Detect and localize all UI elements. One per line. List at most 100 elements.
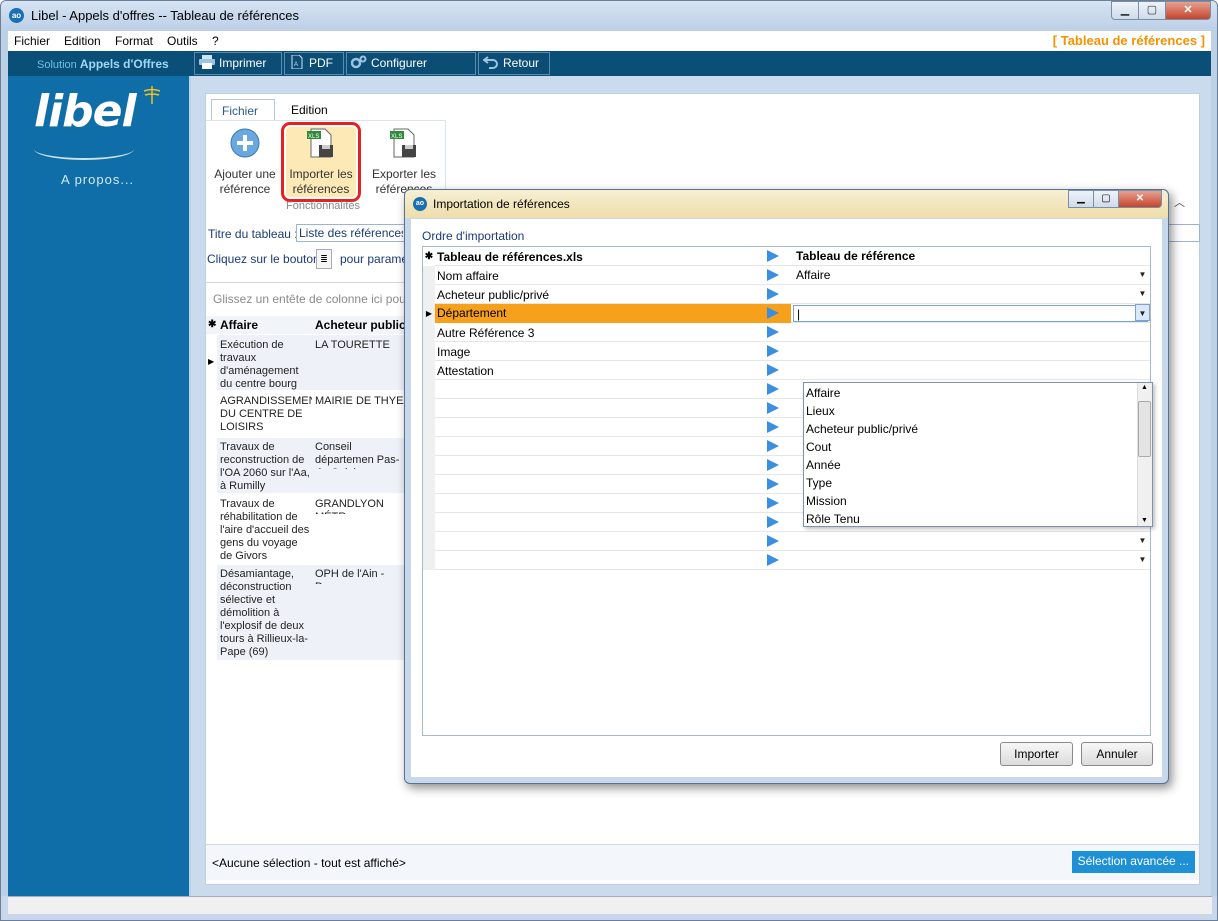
arrow-icon	[767, 307, 779, 319]
source-field: Image	[437, 345, 471, 359]
cell-acheteur: GRANDLYON MÉTR	[315, 498, 384, 514]
selection-status: <Aucune sélection - tout est affiché>	[212, 856, 406, 870]
dragonfly-icon	[143, 86, 161, 104]
arrow-icon	[767, 402, 779, 414]
filter-input[interactable]	[1166, 224, 1200, 242]
cell-affaire: Travaux de reconstruction de l'OA 2060 s…	[220, 441, 310, 492]
minimize-button[interactable]: ▁	[1111, 1, 1139, 20]
dropdown-arrow-icon[interactable]: ▼	[1135, 285, 1150, 302]
mapping-row[interactable]: Attestation	[423, 361, 1150, 380]
menu-help[interactable]: ?	[212, 34, 219, 48]
section-label: Ordre d'importation	[422, 229, 525, 243]
source-field: Département	[435, 304, 765, 323]
close-button[interactable]: ✕	[1165, 1, 1211, 20]
configure-columns-button[interactable]: Configurer colonnes	[346, 52, 476, 91]
pdf-button[interactable]: A PDF	[284, 52, 344, 75]
cell-affaire: AGRANDISSEMENT DU CENTRE DE LOISIRS	[220, 395, 312, 433]
dropdown-option[interactable]: Acheteur public/privé	[806, 422, 918, 436]
source-field: Nom affaire	[437, 269, 499, 283]
header-affaire[interactable]: Affaire	[218, 316, 313, 334]
advanced-selection-button[interactable]: Sélection avancée ...	[1071, 851, 1195, 873]
mapping-header: ✱ Tableau de références.xls Tableau de r…	[423, 247, 1150, 266]
target-select[interactable]	[793, 286, 1148, 303]
arrow-icon	[767, 459, 779, 471]
dropdown-option[interactable]: Lieux	[806, 404, 835, 418]
dropdown-option[interactable]: Cout	[806, 440, 831, 454]
collapse-ribbon-icon[interactable]: ︿	[1174, 194, 1185, 210]
cancel-button[interactable]: Annuler	[1081, 742, 1153, 766]
header-source: Tableau de références.xls	[437, 250, 583, 264]
import-references-button[interactable]: XLS Importer les références	[281, 122, 361, 202]
arrow-icon	[767, 250, 779, 262]
cell-affaire: Désamiantage, déconstruction sélective e…	[220, 568, 309, 658]
current-row-arrow-icon: ▶	[208, 357, 215, 366]
export-references-button[interactable]: XLS Exporter les références	[369, 127, 439, 197]
mapping-row[interactable]: Nom affaire Affaire ▼	[423, 266, 1150, 285]
menu-fichier[interactable]: Fichier	[14, 34, 50, 48]
tab-edition[interactable]: Edition	[281, 99, 341, 121]
source-field: Attestation	[437, 364, 494, 378]
add-reference-button[interactable]: Ajouter une référence	[210, 127, 280, 197]
maximize-button[interactable]: ▢	[1138, 1, 1166, 20]
arrow-icon	[767, 364, 779, 376]
dialog-body: Ordre d'importation ✱ Tableau de référen…	[411, 219, 1162, 777]
mapping-row-selected[interactable]: ▶ Département | ▼	[423, 304, 1150, 323]
cell-acheteur: MAIRIE DE THYEZ	[315, 395, 411, 407]
dialog-maximize-button[interactable]: ▢	[1093, 190, 1119, 208]
dropdown-option[interactable]: Type	[806, 476, 832, 490]
mapping-row[interactable]: Acheteur public/privé ▼	[423, 285, 1150, 304]
dropdown-option[interactable]: Affaire	[806, 386, 840, 400]
scroll-thumb[interactable]	[1138, 401, 1151, 457]
printer-icon	[199, 55, 215, 69]
mapping-row-empty[interactable]: ▼	[423, 551, 1150, 570]
arrow-icon	[767, 326, 779, 338]
click-hint-rest: pour paramét	[340, 252, 412, 266]
scroll-up-icon[interactable]: ▲	[1141, 384, 1148, 391]
menu-format[interactable]: Format	[115, 34, 153, 48]
dropdown-arrow-icon[interactable]: ▼	[1135, 551, 1150, 568]
svg-text:XLS: XLS	[308, 134, 319, 140]
dropdown-arrow-icon[interactable]: ▼	[1135, 266, 1150, 283]
mapping-table: ✱ Tableau de références.xls Tableau de r…	[422, 246, 1153, 736]
target-select-editing[interactable]: |	[793, 305, 1148, 322]
group-label: Fonctionnalités	[286, 200, 360, 212]
back-button[interactable]: Retour	[478, 52, 550, 75]
menu-bar: Fichier Edition Format Outils ? [ Tablea…	[8, 31, 1211, 51]
dropdown-option[interactable]: Mission	[806, 494, 847, 508]
dropdown-option[interactable]: Rôle Tenu	[806, 512, 860, 526]
target-select[interactable]: Affaire	[793, 267, 1148, 284]
sidebar: libel A propos...	[8, 76, 189, 896]
print-button[interactable]: Imprimer	[194, 52, 282, 75]
tab-fichier[interactable]: Fichier	[211, 99, 275, 121]
mapping-row[interactable]: Image	[423, 342, 1150, 361]
dropdown-arrow-icon[interactable]: ▼	[1135, 304, 1150, 321]
arrow-icon	[767, 535, 779, 547]
dropdown-scrollbar[interactable]: ▲ ▼	[1137, 383, 1152, 526]
scroll-down-icon[interactable]: ▼	[1141, 517, 1148, 524]
gears-icon	[351, 55, 367, 69]
cell-acheteur: LA TOURETTE	[315, 339, 390, 351]
status-bar: <Aucune sélection - tout est affiché> Sé…	[206, 844, 1199, 880]
dialog-minimize-button[interactable]: ▁	[1068, 190, 1094, 208]
about-link[interactable]: A propos...	[61, 172, 134, 187]
arrow-icon	[767, 421, 779, 433]
dropdown-option[interactable]: Année	[806, 458, 841, 472]
import-button[interactable]: Importer	[1000, 742, 1073, 766]
settings-list-icon[interactable]: ≣	[316, 249, 332, 269]
dialog-title-bar: ao Importation de références ▁ ▢ ✕	[405, 190, 1168, 218]
references-grid: Glissez un entête de colonne ici pour gr…	[206, 282, 430, 882]
dropdown-arrow-icon[interactable]: ▼	[1135, 532, 1150, 549]
mapping-row-empty[interactable]: ▼	[423, 532, 1150, 551]
back-arrow-icon	[483, 56, 498, 69]
arrow-icon	[767, 516, 779, 528]
mapping-row[interactable]: Autre Référence 3	[423, 323, 1150, 342]
header-acheteur[interactable]: Acheteur public,	[313, 316, 416, 334]
dialog-close-button[interactable]: ✕	[1118, 190, 1162, 208]
menu-outils[interactable]: Outils	[167, 34, 198, 48]
arrow-icon	[767, 440, 779, 452]
menu-edition[interactable]: Edition	[64, 34, 101, 48]
arrow-icon	[767, 269, 779, 281]
group-by-hint: Glissez un entête de colonne ici pour gr…	[213, 292, 431, 306]
svg-text:XLS: XLS	[391, 134, 402, 140]
titre-input[interactable]	[296, 224, 406, 242]
